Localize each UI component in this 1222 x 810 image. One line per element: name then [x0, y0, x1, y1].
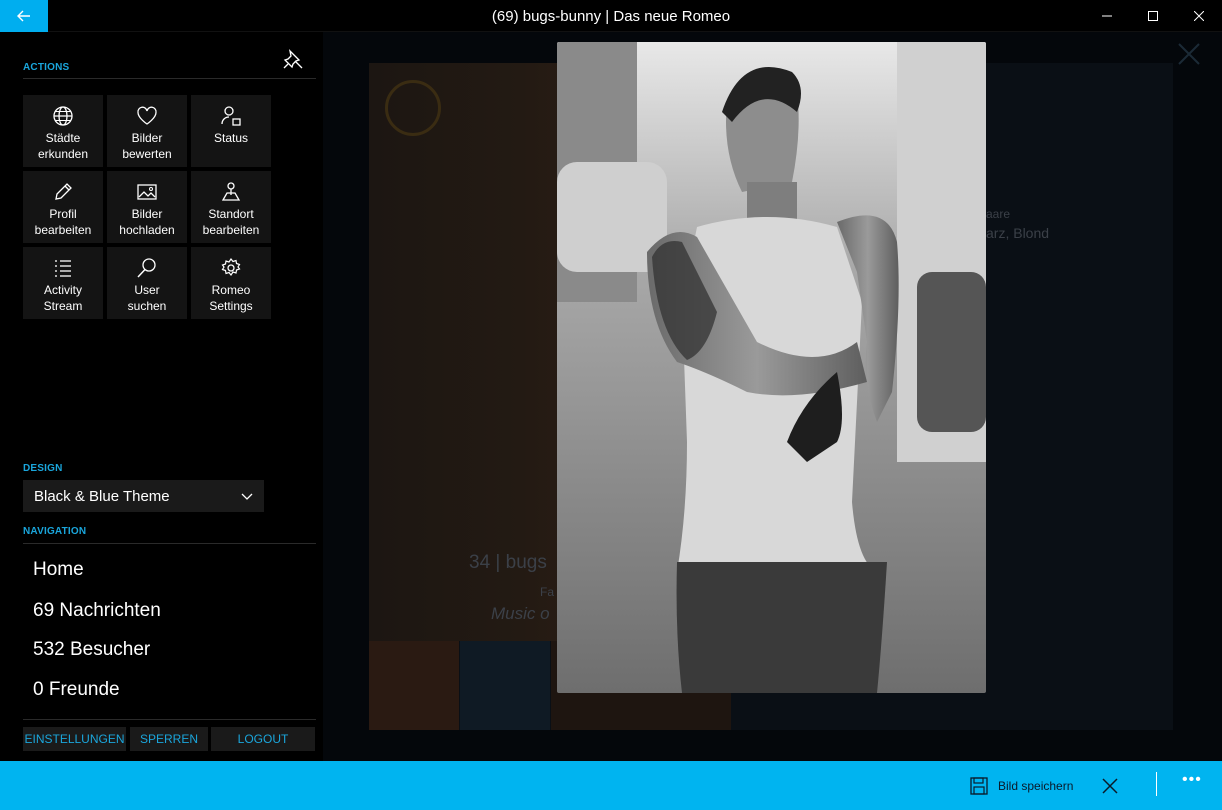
minimize-button[interactable]	[1084, 0, 1130, 32]
nav-home[interactable]: Home	[33, 559, 84, 581]
actions-section-label: ACTIONS	[23, 62, 70, 73]
settings-button[interactable]: EINSTELLUNGEN	[23, 727, 126, 751]
bottom-app-bar: Bild speichern •••	[0, 761, 1222, 810]
thumbnail[interactable]	[369, 641, 459, 730]
hidden-eye-icon	[385, 80, 441, 136]
tile-label: Activity Stream	[43, 283, 83, 313]
block-button[interactable]: SPERREN	[130, 727, 208, 751]
theme-select[interactable]: Black & Blue Theme	[23, 480, 264, 512]
tile-label: Bilder hochladen	[119, 207, 175, 237]
sidebar: ACTIONS Städte erkunden Bilder bewerten …	[0, 32, 323, 761]
profile-sub-line: Fa	[540, 585, 555, 599]
tile-label: Romeo Settings	[209, 283, 253, 313]
nav-messages[interactable]: 69 Nachrichten	[33, 600, 161, 622]
tile-label: Standort bearbeiten	[202, 207, 260, 237]
more-options-icon[interactable]: •••	[1182, 771, 1202, 789]
close-window-button[interactable]	[1176, 0, 1222, 32]
profile-tagline: Music o	[491, 604, 550, 623]
image-icon	[137, 184, 157, 200]
theme-select-value: Black & Blue Theme	[34, 487, 170, 505]
close-profile-icon[interactable]	[1175, 40, 1203, 68]
divider	[23, 78, 316, 79]
maximize-button[interactable]	[1130, 0, 1176, 32]
close-icon	[1194, 11, 1204, 21]
list-icon	[55, 260, 71, 277]
divider	[23, 719, 316, 720]
photo-image	[557, 42, 986, 693]
save-image-label: Bild speichern	[998, 779, 1074, 793]
user-status-icon	[221, 106, 241, 126]
tile-bilder-hochladen[interactable]: Bilder hochladen	[107, 171, 187, 243]
globe-icon	[53, 106, 73, 126]
tile-label: Städte erkunden	[37, 131, 89, 161]
tile-status[interactable]: Status	[191, 95, 271, 167]
location-icon	[221, 182, 241, 201]
close-icon[interactable]	[1098, 774, 1122, 798]
tile-romeo-settings[interactable]: Romeo Settings	[191, 247, 271, 319]
chevron-down-icon	[241, 493, 253, 500]
tile-label: Bilder bewerten	[122, 131, 172, 161]
profile-hair-label: aare	[986, 207, 1011, 221]
tile-label: Profil bearbeiten	[34, 207, 92, 237]
profile-name-line: 34 | bugs	[469, 552, 547, 573]
nav-visitors[interactable]: 532 Besucher	[33, 639, 150, 661]
enlarged-photo	[557, 42, 986, 693]
minimize-icon	[1102, 15, 1112, 17]
heart-icon	[137, 106, 157, 125]
gear-icon	[221, 257, 241, 277]
title-bar: (69) bugs-bunny | Das neue Romeo	[0, 0, 1222, 32]
window-title: (69) bugs-bunny | Das neue Romeo	[491, 8, 731, 25]
pencil-icon	[55, 183, 72, 200]
tile-bilder-bewerten[interactable]: Bilder bewerten	[107, 95, 187, 167]
tile-label: Status	[213, 131, 249, 145]
tile-standort-bearbeiten[interactable]: Standort bearbeiten	[191, 171, 271, 243]
logout-button[interactable]: LOGOUT	[211, 727, 315, 751]
save-icon	[970, 777, 988, 795]
unpin-icon[interactable]	[282, 48, 304, 70]
tile-staedte-erkunden[interactable]: Städte erkunden	[23, 95, 103, 167]
divider	[1156, 772, 1157, 796]
thumbnail[interactable]	[460, 641, 550, 730]
tile-label: User suchen	[127, 283, 167, 313]
save-image-button[interactable]: Bild speichern	[970, 774, 1073, 798]
search-icon	[137, 258, 156, 278]
design-section-label: DESIGN	[23, 463, 63, 474]
maximize-icon	[1148, 11, 1158, 21]
divider	[23, 543, 316, 544]
tile-user-suchen[interactable]: User suchen	[107, 247, 187, 319]
tile-activity-stream[interactable]: Activity Stream	[23, 247, 103, 319]
nav-friends[interactable]: 0 Freunde	[33, 679, 120, 701]
navigation-section-label: NAVIGATION	[23, 526, 87, 537]
tile-profil-bearbeiten[interactable]: Profil bearbeiten	[23, 171, 103, 243]
profile-hair-value: arz, Blond	[986, 225, 1050, 241]
